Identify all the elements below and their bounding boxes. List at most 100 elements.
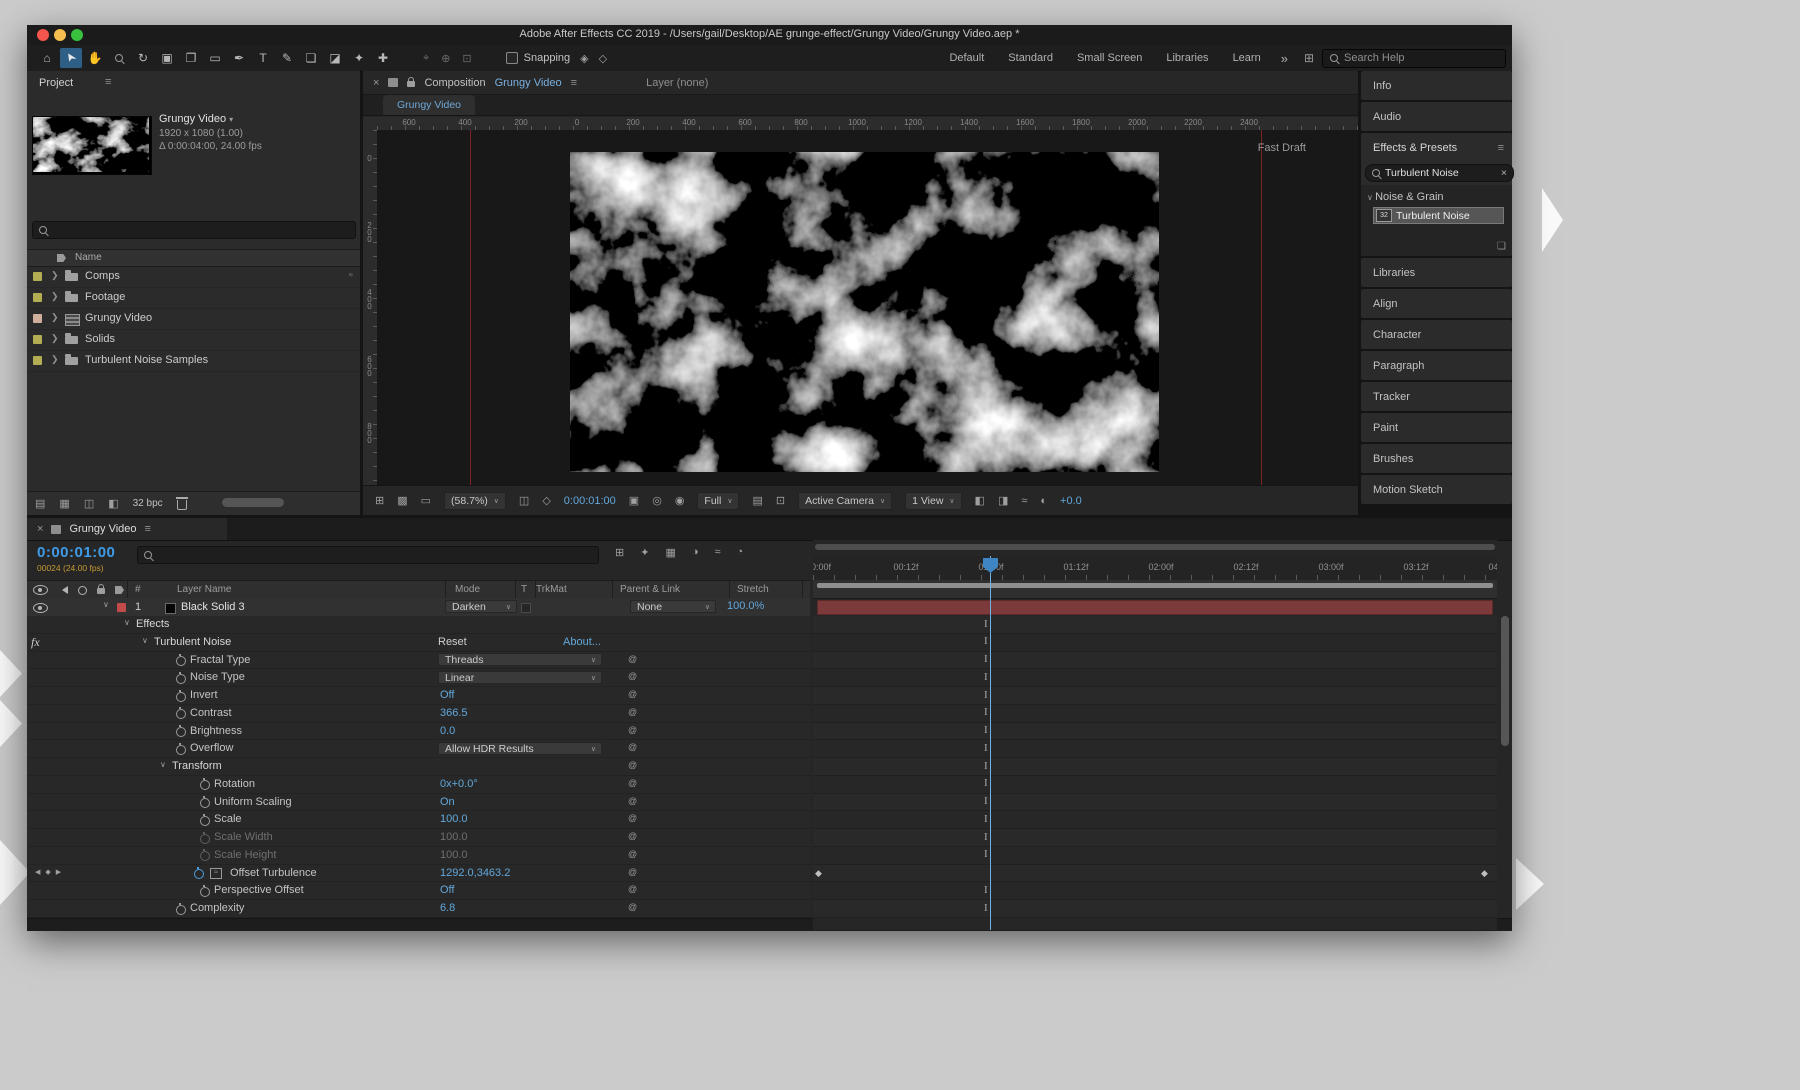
stopwatch-icon[interactable] xyxy=(176,727,186,737)
bit-depth-button[interactable]: 32 bpc xyxy=(133,498,163,509)
tool-unified-camera[interactable]: ▣ xyxy=(156,48,178,68)
tool-world-axis[interactable]: ⊕ xyxy=(441,52,450,65)
transparency-grid-icon[interactable]: ▩ xyxy=(397,494,407,507)
stopwatch-icon[interactable] xyxy=(200,798,210,808)
lock-icon[interactable] xyxy=(407,81,415,87)
pixel-aspect-icon[interactable]: ⊡ xyxy=(776,494,785,507)
pickwhip-icon[interactable]: @ xyxy=(628,902,637,912)
new-folder-icon[interactable]: ▦ xyxy=(59,497,69,510)
project-search-input[interactable] xyxy=(32,221,356,239)
magnification-dropdown[interactable]: (58.7%) xyxy=(444,492,506,510)
stopwatch-icon[interactable] xyxy=(200,834,210,844)
exposure-graph-icon[interactable]: ≈ xyxy=(1021,495,1027,507)
motion-blur-icon[interactable]: ◔ xyxy=(737,546,744,559)
stopwatch-icon[interactable] xyxy=(194,869,204,879)
workspace-small-screen[interactable]: Small Screen xyxy=(1077,52,1142,64)
new-composition-icon[interactable]: ◫ xyxy=(84,497,94,510)
close-tab-icon[interactable]: × xyxy=(373,77,379,89)
composition-mini-flowchart-icon[interactable]: ⊞ xyxy=(615,546,624,559)
panel-effects-presets-title[interactable]: Effects & Presets xyxy=(1373,142,1457,154)
perspective-offset-value[interactable]: Off xyxy=(440,884,454,896)
stopwatch-icon[interactable] xyxy=(176,692,186,702)
interpret-footage-icon[interactable]: ▤ xyxy=(35,497,45,510)
snap-to-features-icon[interactable]: ◈ xyxy=(580,52,588,65)
layer-visibility-icon[interactable] xyxy=(33,603,48,613)
time-navigator-bar[interactable] xyxy=(815,544,1495,550)
keyframe-diamond[interactable]: ◆ xyxy=(815,868,822,879)
layer-twirl-icon[interactable]: ∨ xyxy=(103,600,109,609)
panel-paint[interactable]: Paint xyxy=(1361,413,1512,442)
twirl-icon[interactable]: ∨ xyxy=(124,618,130,627)
stopwatch-icon[interactable] xyxy=(200,851,210,861)
snap-to-edges-icon[interactable]: ◇ xyxy=(599,52,607,65)
tab-composition[interactable]: Composition xyxy=(424,77,485,89)
twirl-icon[interactable]: ∨ xyxy=(160,760,166,769)
frame-blending-icon[interactable]: ≈ xyxy=(715,546,721,559)
timeline-row-complexity[interactable]: Complexity6.8@ xyxy=(27,900,810,918)
layer-duration-bar[interactable] xyxy=(817,600,1493,615)
chevron-down-icon[interactable]: ▾ xyxy=(229,115,233,124)
exposure-icon[interactable]: ◐ xyxy=(1040,495,1047,507)
guide-line[interactable] xyxy=(1261,130,1262,485)
stopwatch-icon[interactable] xyxy=(200,816,210,826)
graph-icon[interactable]: ≈ xyxy=(210,868,222,879)
reset-link[interactable]: Reset xyxy=(438,636,467,648)
panel-character[interactable]: Character xyxy=(1361,320,1512,349)
channels-icon[interactable]: ◉ xyxy=(675,494,685,507)
twirl-icon[interactable]: ❯ xyxy=(51,291,59,302)
timeline-row-scale-width[interactable]: Scale Width100.0@ xyxy=(27,829,810,847)
pickwhip-icon[interactable]: @ xyxy=(628,689,637,699)
exposure-value[interactable]: +0.0 xyxy=(1060,495,1082,507)
label-color[interactable] xyxy=(33,272,42,281)
overflow-dropdown[interactable]: Allow HDR Results xyxy=(438,742,602,755)
timeline-row-scale[interactable]: Scale100.0@ xyxy=(27,811,810,829)
label-color[interactable] xyxy=(33,314,42,323)
twirl-icon[interactable]: ❯ xyxy=(51,312,59,323)
workspace-default[interactable]: Default xyxy=(949,52,984,64)
tool-eraser[interactable]: ◪ xyxy=(324,48,346,68)
project-panel-menu-icon[interactable]: ≡ xyxy=(105,76,111,88)
project-horizontal-scrollbar[interactable] xyxy=(222,498,284,507)
new-preset-icon[interactable]: ❏ xyxy=(1497,241,1506,252)
project-item-turbulent-noise-samples[interactable]: ❯Turbulent Noise Samples xyxy=(27,351,360,372)
twirl-icon[interactable]: ∨ xyxy=(142,636,148,645)
project-item-comps[interactable]: ❯Comps◦◦ xyxy=(27,267,360,288)
stopwatch-icon[interactable] xyxy=(176,656,186,666)
tool-type[interactable]: T xyxy=(252,48,274,68)
pickwhip-icon[interactable]: @ xyxy=(628,849,637,859)
panel-motion-sketch[interactable]: Motion Sketch xyxy=(1361,475,1512,504)
tool-selection[interactable]: ➤ xyxy=(60,48,82,68)
blend-mode-dropdown[interactable]: Darken xyxy=(445,600,517,613)
trash-icon[interactable] xyxy=(177,500,187,510)
keyframe-diamond[interactable]: ◆ xyxy=(1481,868,1488,879)
scale-value[interactable]: 100.0 xyxy=(440,813,468,825)
stretch-value[interactable]: 100.0% xyxy=(727,600,764,612)
guide-line[interactable] xyxy=(470,130,471,485)
timeline-row-uniform-scaling[interactable]: Uniform ScalingOn@ xyxy=(27,794,810,812)
pickwhip-icon[interactable]: @ xyxy=(628,671,637,681)
layer-name[interactable]: Black Solid 3 xyxy=(181,601,245,613)
panel-libraries[interactable]: Libraries xyxy=(1361,258,1512,287)
draft-3d-icon[interactable]: ▦ xyxy=(665,546,675,559)
label-color[interactable] xyxy=(33,293,42,302)
pickwhip-icon[interactable]: @ xyxy=(628,813,637,823)
lock-view-icon[interactable]: ◨ xyxy=(998,494,1008,507)
clear-search-icon[interactable]: × xyxy=(1501,167,1507,179)
close-tab-icon[interactable]: × xyxy=(37,523,43,535)
timeline-tab-grungy-video[interactable]: × Grungy Video ≡ xyxy=(27,518,227,540)
timeline-row-fractal-type[interactable]: Fractal TypeThreads@ xyxy=(27,652,810,670)
pickwhip-icon[interactable]: @ xyxy=(628,725,637,735)
help-search-input[interactable]: Search Help xyxy=(1322,49,1506,68)
view-layout-dropdown[interactable]: 1 View xyxy=(905,492,961,510)
pickwhip-icon[interactable]: @ xyxy=(628,867,637,877)
stopwatch-icon[interactable] xyxy=(176,709,186,719)
timeline-row-noise-type[interactable]: Noise TypeLinear@ xyxy=(27,669,810,687)
timeline-row-overflow[interactable]: OverflowAllow HDR Results@ xyxy=(27,740,810,758)
show-snapshot-icon[interactable]: ◎ xyxy=(652,494,662,507)
label-color[interactable] xyxy=(33,335,42,344)
tool-home[interactable]: ⌂ xyxy=(36,48,58,68)
timeline-vertical-scrollbar[interactable] xyxy=(1501,616,1509,746)
pickwhip-icon[interactable]: @ xyxy=(628,884,637,894)
panel-brushes[interactable]: Brushes xyxy=(1361,444,1512,473)
timeline-row-turbulent-noise[interactable]: fx∨Turbulent NoiseResetAbout... xyxy=(27,634,810,652)
